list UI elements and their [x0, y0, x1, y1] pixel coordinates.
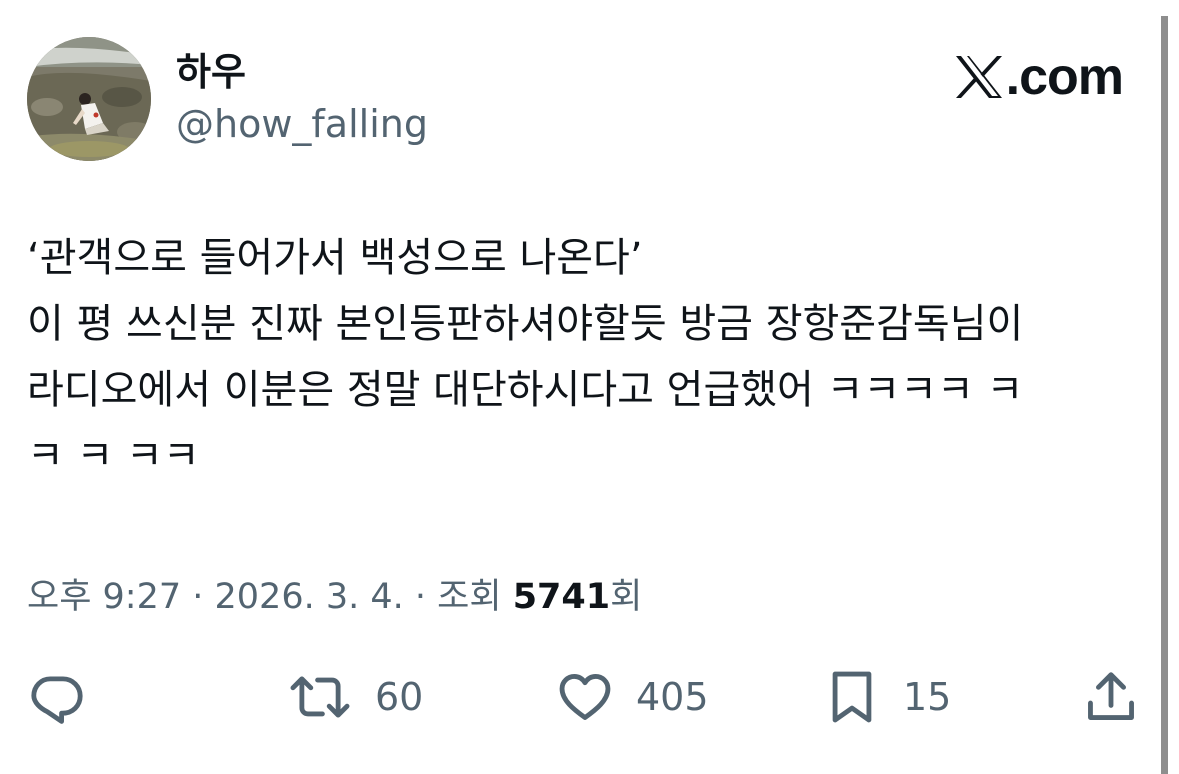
reply-icon: [31, 676, 83, 724]
tweet-line: ‘관객으로 들어가서 백성으로 나온다’: [27, 235, 643, 281]
retweet-icon: [290, 676, 350, 718]
views-suffix: 회: [610, 577, 643, 617]
x-logo-icon: [955, 56, 1002, 98]
tweet-text: ‘관객으로 들어가서 백성으로 나온다’ 이 평 쓰신분 진짜 본인등판하셔야할…: [27, 225, 1137, 489]
share-button[interactable]: [1082, 665, 1140, 729]
views-label: 조회: [437, 577, 513, 617]
bookmark-icon: [832, 671, 872, 723]
reply-button[interactable]: [28, 665, 86, 729]
meta-separator: ·: [181, 577, 215, 617]
tweet-time[interactable]: 오후 9:27: [27, 577, 181, 617]
retweet-count: 60: [375, 675, 424, 719]
share-icon: [1088, 672, 1134, 720]
tweet-meta: 오후 9:27 · 2026. 3. 4. · 조회 5741회: [27, 575, 642, 619]
like-count: 405: [636, 675, 709, 719]
action-bar: 60 405 15: [0, 665, 1179, 729]
bookmark-count: 15: [903, 675, 952, 719]
views-count: 5741: [512, 577, 611, 617]
scrollbar[interactable]: [1161, 16, 1168, 774]
tweet-line: 이 평 쓰신분 진짜 본인등판하셔야할듯 방금 장항준감독님이: [27, 301, 1024, 347]
tweet-date[interactable]: 2026. 3. 4.: [215, 577, 404, 617]
like-button[interactable]: 405: [556, 665, 709, 729]
x-com-logo: .com: [954, 48, 1124, 106]
profile-photo: [27, 37, 151, 161]
heart-icon: [559, 674, 611, 720]
avatar[interactable]: [27, 37, 151, 161]
author-handle[interactable]: @how_falling: [176, 102, 428, 146]
tweet-line: ㅋ ㅋ ㅋㅋ: [27, 433, 200, 479]
meta-separator: ·: [403, 577, 438, 617]
bookmark-button[interactable]: 15: [823, 665, 951, 729]
retweet-button[interactable]: 60: [287, 665, 423, 729]
logo-domain-suffix: .com: [1005, 48, 1124, 106]
tweet-line: 라디오에서 이분은 정말 대단하시다고 언급했어 ㅋㅋㅋㅋ ㅋ: [27, 367, 1024, 413]
author-display-name[interactable]: 하우: [176, 50, 246, 94]
